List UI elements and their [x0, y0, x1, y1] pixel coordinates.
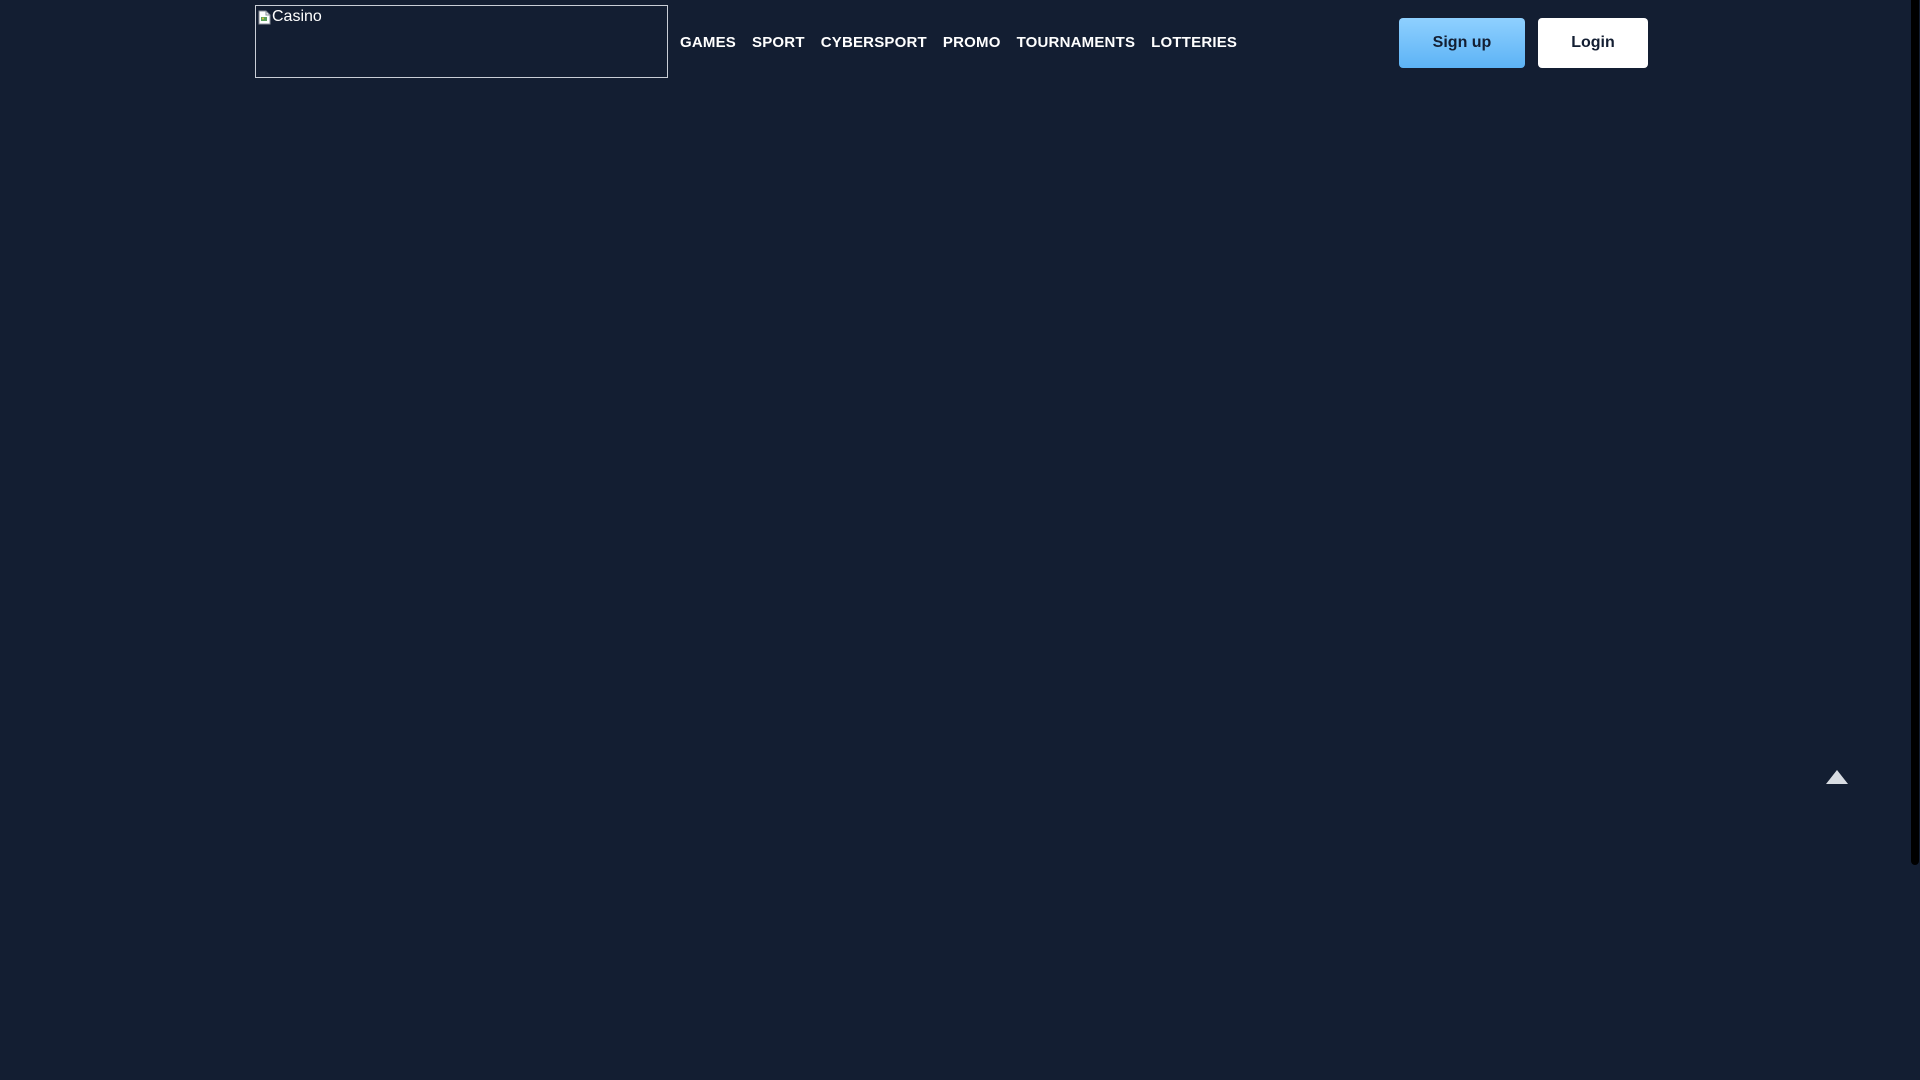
signup-button[interactable]: Sign up [1399, 18, 1525, 68]
vertical-scrollbar[interactable] [1910, 0, 1920, 1080]
logo-link[interactable]: Casino [255, 5, 668, 78]
logo-image-broken: Casino [258, 8, 322, 26]
scrollbar-thumb[interactable] [1911, 0, 1919, 865]
nav-item-sport[interactable]: SPORT [752, 34, 805, 51]
login-button[interactable]: Login [1538, 18, 1648, 68]
nav-item-promo[interactable]: PROMO [943, 34, 1001, 51]
broken-image-icon [258, 10, 271, 25]
nav-item-tournaments[interactable]: TOURNAMENTS [1017, 34, 1136, 51]
site-header: Casino GAMES SPORT CYBERSPORT PROMO TOUR… [0, 0, 1910, 85]
nav-item-lotteries[interactable]: LOTTERIES [1151, 34, 1237, 51]
nav-item-games[interactable]: GAMES [680, 34, 736, 51]
triangle-up-icon [1826, 770, 1848, 784]
page: Casino GAMES SPORT CYBERSPORT PROMO TOUR… [0, 0, 1920, 1080]
main-nav: GAMES SPORT CYBERSPORT PROMO TOURNAMENTS… [680, 30, 1237, 54]
scroll-to-top-button[interactable] [1824, 766, 1850, 788]
nav-item-cybersport[interactable]: CYBERSPORT [821, 34, 927, 51]
logo-alt-text: Casino [272, 8, 322, 25]
